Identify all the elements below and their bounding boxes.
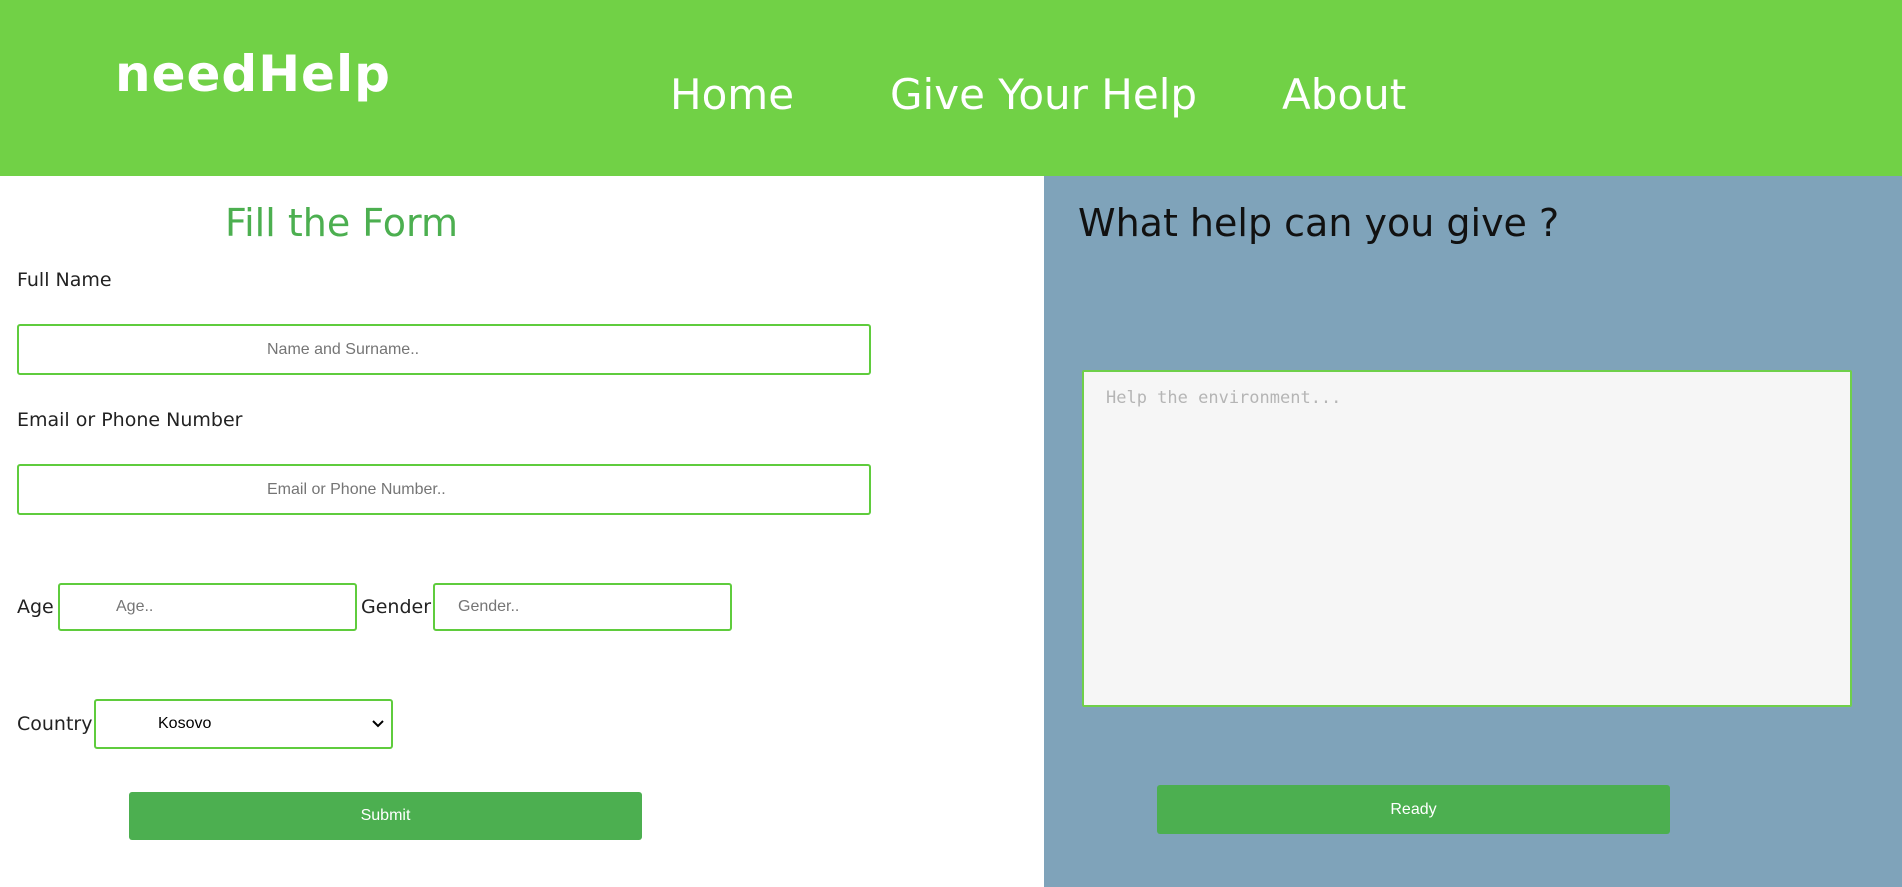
age-label: Age xyxy=(17,596,54,618)
country-label: Country xyxy=(17,713,93,735)
full-name-label: Full Name xyxy=(17,269,112,291)
gender-placeholder: Gender.. xyxy=(458,598,520,615)
site-logo[interactable]: needHelp xyxy=(115,44,391,104)
submit-button[interactable]: Submit xyxy=(129,792,642,840)
age-placeholder: Age.. xyxy=(116,598,154,615)
nav-link-give-your-help[interactable]: Give Your Help xyxy=(890,68,1197,122)
country-selected-value: Kosovo xyxy=(158,715,212,732)
form-title: Fill the Form xyxy=(225,201,459,245)
email-placeholder: Email or Phone Number.. xyxy=(267,480,446,498)
nav-link-home[interactable]: Home xyxy=(670,68,794,122)
full-name-input[interactable]: Name and Surname.. xyxy=(17,324,871,375)
help-panel-title: What help can you give ? xyxy=(1078,201,1560,245)
gender-input[interactable]: Gender.. xyxy=(433,583,732,631)
full-name-placeholder: Name and Surname.. xyxy=(267,340,420,358)
gender-label: Gender xyxy=(361,596,432,618)
form-panel xyxy=(0,176,1044,887)
help-textarea-placeholder: Help the environment... xyxy=(1106,388,1342,408)
nav-link-about[interactable]: About xyxy=(1282,68,1406,122)
country-select[interactable]: Kosovo xyxy=(94,699,393,749)
help-textarea[interactable]: Help the environment... xyxy=(1082,370,1852,707)
email-label: Email or Phone Number xyxy=(17,409,243,431)
site-header: needHelp Home Give Your Help About xyxy=(0,0,1902,176)
age-input[interactable]: Age.. xyxy=(58,583,357,631)
email-or-phone-input[interactable]: Email or Phone Number.. xyxy=(17,464,871,515)
ready-button[interactable]: Ready xyxy=(1157,785,1670,834)
chevron-down-icon xyxy=(371,717,385,731)
